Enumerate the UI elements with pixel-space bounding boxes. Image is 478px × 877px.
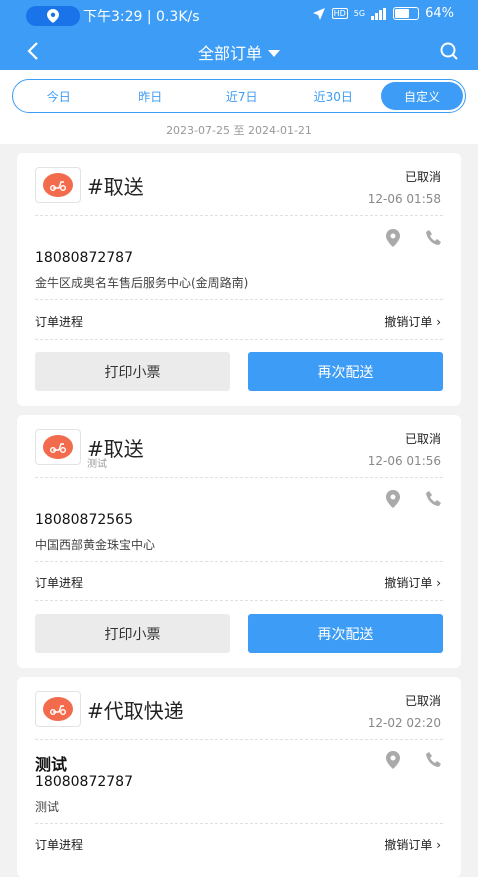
receiver-name: 测试	[35, 755, 68, 774]
cancel-order-label: 撤销订单	[384, 576, 433, 590]
page-title: 全部订单	[197, 44, 262, 63]
service-logo	[35, 167, 81, 203]
order-card: #取送 测试 已取消 12-06 01:56 18080872565 中国西部黄…	[17, 415, 461, 668]
order-time: 12-06 01:58	[367, 192, 441, 206]
order-time: 12-06 01:56	[367, 454, 441, 468]
receiver-address: 测试	[35, 800, 60, 814]
chevron-right-icon: ›	[436, 576, 441, 590]
date-filter: 今日 昨日 近7日 近30日 自定义 2023-07-25 至 2024-01-…	[0, 70, 478, 144]
date-range[interactable]: 2023-07-25 至 2024-01-21	[0, 122, 478, 138]
redeliver-button[interactable]: 再次配送	[248, 614, 443, 653]
cancel-order-link[interactable]: 撤销订单 ›	[384, 574, 441, 591]
phone-icon[interactable]	[425, 490, 443, 508]
service-type: #取送	[87, 175, 144, 199]
order-status: 已取消	[404, 432, 441, 446]
location-pin-icon	[47, 9, 59, 23]
service-logo	[35, 691, 81, 727]
receiver-address: 中国西部黄金珠宝中心	[35, 538, 156, 552]
hd-badge: HD	[331, 8, 348, 19]
service-type: #代取快递	[87, 699, 184, 723]
phone-icon[interactable]	[425, 751, 443, 769]
divider	[35, 477, 443, 478]
chevron-right-icon: ›	[436, 315, 441, 329]
battery-percent: 64%	[425, 6, 454, 21]
tab-yesterday[interactable]: 昨日	[105, 80, 197, 112]
tab-custom[interactable]: 自定义	[381, 82, 463, 110]
scooter-icon	[50, 705, 66, 715]
receiver-phone: 18080872565	[35, 512, 133, 528]
status-time: 下午3:29 | 0.3K/s	[83, 9, 200, 25]
print-receipt-button[interactable]: 打印小票	[35, 352, 230, 391]
receiver-phone: 18080872787	[35, 250, 133, 266]
signal-label: 5G	[353, 9, 366, 18]
location-icon[interactable]	[385, 490, 401, 508]
caret-down-icon	[268, 50, 280, 57]
divider	[35, 215, 443, 216]
order-card: #代取快递 已取消 12-02 02:20 测试 18080872787 测试 …	[17, 677, 461, 877]
order-time: 12-02 02:20	[367, 716, 441, 730]
search-icon[interactable]	[438, 40, 460, 62]
print-receipt-button[interactable]: 打印小票	[35, 614, 230, 653]
divider	[35, 600, 443, 601]
location-icon[interactable]	[385, 229, 401, 247]
order-progress-label[interactable]: 订单进程	[35, 836, 83, 853]
status-bar: 下午3:29 | 0.3K/s HD 5G 64%	[0, 0, 478, 32]
receiver-phone: 18080872787	[35, 774, 133, 790]
receiver-address: 金牛区成奥名车售后服务中心(金周路南)	[35, 276, 249, 290]
location-icon[interactable]	[385, 751, 401, 769]
divider	[35, 339, 443, 340]
cancel-order-label: 撤销订单	[384, 315, 433, 329]
divider	[35, 823, 443, 824]
scooter-icon	[50, 443, 66, 453]
order-status: 已取消	[404, 170, 441, 184]
tab-today[interactable]: 今日	[13, 80, 105, 112]
order-progress-label[interactable]: 订单进程	[35, 313, 83, 330]
order-status: 已取消	[404, 694, 441, 708]
order-filter-dropdown[interactable]: 全部订单	[0, 40, 478, 64]
divider	[35, 561, 443, 562]
date-tabs: 今日 昨日 近7日 近30日 自定义	[12, 79, 466, 113]
order-progress-label[interactable]: 订单进程	[35, 574, 83, 591]
cancel-order-link[interactable]: 撤销订单 ›	[384, 313, 441, 330]
phone-icon[interactable]	[425, 229, 443, 247]
navigation-arrow-icon	[312, 7, 325, 20]
nav-bar: 全部订单	[0, 32, 478, 70]
signal-bars-icon	[371, 7, 387, 20]
scooter-icon	[50, 181, 66, 191]
order-card: #取送 已取消 12-06 01:58 18080872787 金牛区成奥名车售…	[17, 153, 461, 406]
location-indicator	[26, 6, 80, 26]
tab-7-days[interactable]: 近7日	[196, 80, 288, 112]
cancel-order-link[interactable]: 撤销订单 ›	[384, 836, 441, 853]
redeliver-button[interactable]: 再次配送	[248, 352, 443, 391]
battery-icon	[393, 7, 420, 20]
tab-30-days[interactable]: 近30日	[288, 80, 380, 112]
divider	[35, 739, 443, 740]
service-logo	[35, 429, 81, 465]
service-note: 测试	[87, 459, 107, 470]
divider	[35, 299, 443, 300]
